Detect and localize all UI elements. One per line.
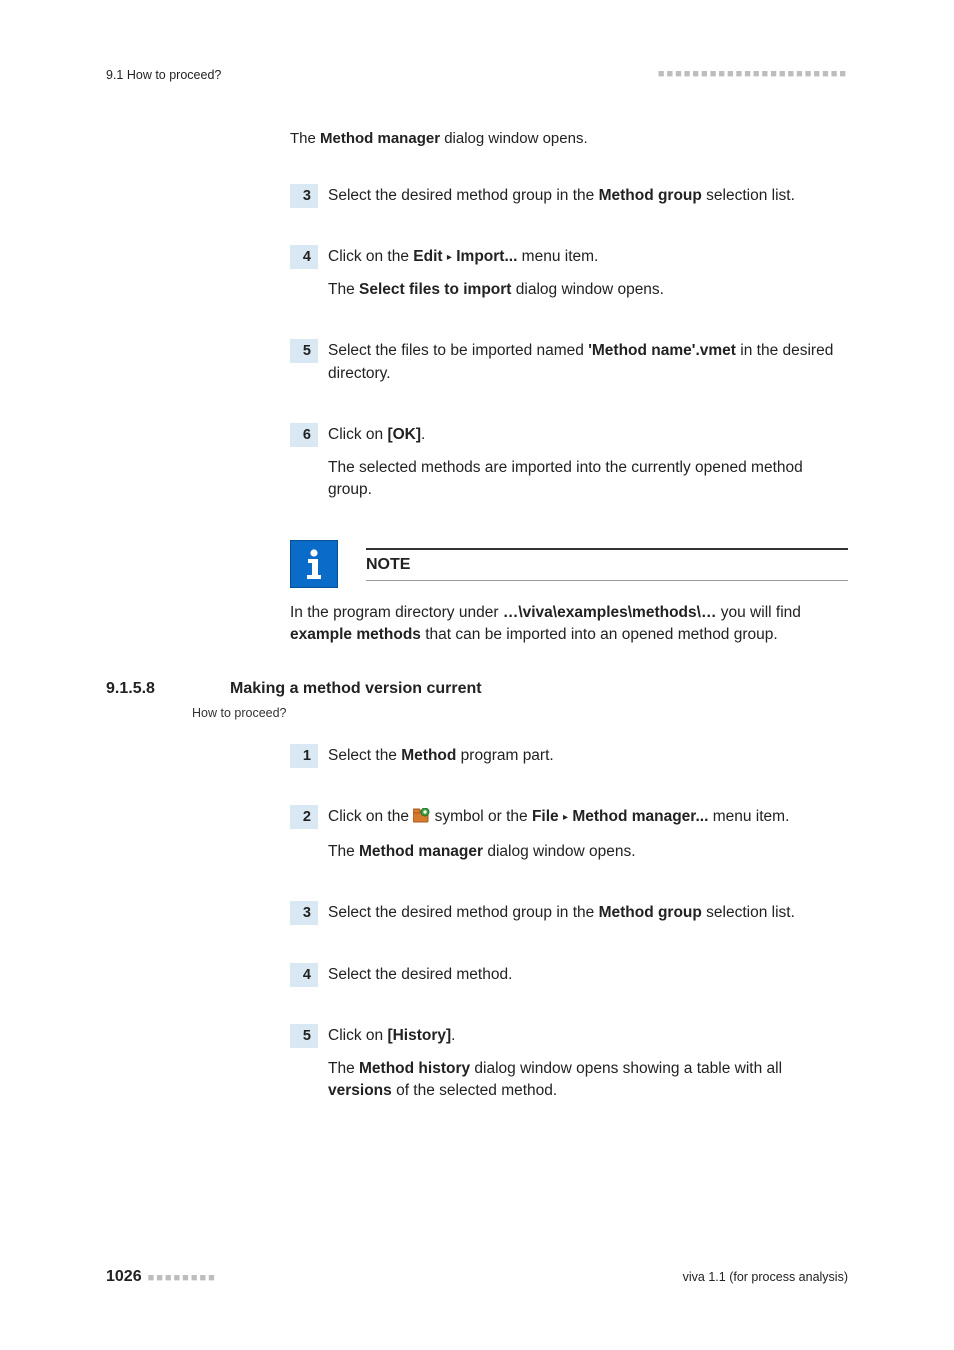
step-number: 1 — [290, 744, 318, 768]
step-number: 3 — [290, 184, 318, 208]
section-number: 9.1.5.8 — [106, 677, 230, 700]
section-title: Making a method version current — [230, 677, 482, 700]
step-3: 3 Select the desired method group in the… — [290, 184, 848, 217]
step-body: Click on the Edit ▸ Import... menu item.… — [328, 245, 848, 311]
step-b1: 1 Select the Method program part. — [290, 744, 848, 777]
note-text: In the program directory under …\viva\ex… — [290, 602, 848, 647]
step-body: Select the desired method group in the M… — [328, 901, 848, 934]
step-number: 4 — [290, 245, 318, 269]
step-b4: 4 Select the desired method. — [290, 963, 848, 996]
step-number: 2 — [290, 805, 318, 829]
step-b3: 3 Select the desired method group in the… — [290, 901, 848, 934]
info-icon — [290, 540, 338, 588]
step-b2: 2 Click on the symbol or the File ▸ Meth… — [290, 805, 848, 873]
note-title: NOTE — [366, 548, 848, 581]
header-dots: ■■■■■■■■■■■■■■■■■■■■■■ — [658, 67, 848, 83]
section-heading: 9.1.5.8 Making a method version current — [106, 677, 848, 700]
method-manager-icon — [413, 808, 430, 830]
note-block: NOTE In the program directory under …\vi… — [290, 540, 848, 647]
running-header: 9.1 How to proceed? ■■■■■■■■■■■■■■■■■■■■… — [106, 66, 848, 84]
step-body: Click on [History]. The Method history d… — [328, 1024, 848, 1112]
step-6: 6 Click on [OK]. The selected methods ar… — [290, 423, 848, 511]
page-number: 1026■■■■■■■■ — [106, 1265, 217, 1288]
step-body: Select the desired method. — [328, 963, 848, 996]
step-number: 5 — [290, 1024, 318, 1048]
step-body: Click on [OK]. The selected methods are … — [328, 423, 848, 511]
step-4: 4 Click on the Edit ▸ Import... menu ite… — [290, 245, 848, 311]
footer-dots: ■■■■■■■■ — [148, 1272, 217, 1284]
step-number: 3 — [290, 901, 318, 925]
step-5: 5 Select the files to be imported named … — [290, 339, 848, 395]
step-body: Select the Method program part. — [328, 744, 848, 777]
step-body: Select the desired method group in the M… — [328, 184, 848, 217]
intro-text: The Method manager dialog window opens. — [290, 128, 848, 150]
step-number: 6 — [290, 423, 318, 447]
header-section: 9.1 How to proceed? — [106, 66, 221, 84]
step-body: Select the files to be imported named 'M… — [328, 339, 848, 395]
footer-right: viva 1.1 (for process analysis) — [683, 1268, 848, 1286]
step-b5: 5 Click on [History]. The Method history… — [290, 1024, 848, 1112]
step-number: 4 — [290, 963, 318, 987]
step-body: Click on the symbol or the File ▸ Method… — [328, 805, 848, 873]
page-footer: 1026■■■■■■■■ viva 1.1 (for process analy… — [106, 1265, 848, 1288]
howto-label: How to proceed? — [192, 704, 848, 722]
step-number: 5 — [290, 339, 318, 363]
